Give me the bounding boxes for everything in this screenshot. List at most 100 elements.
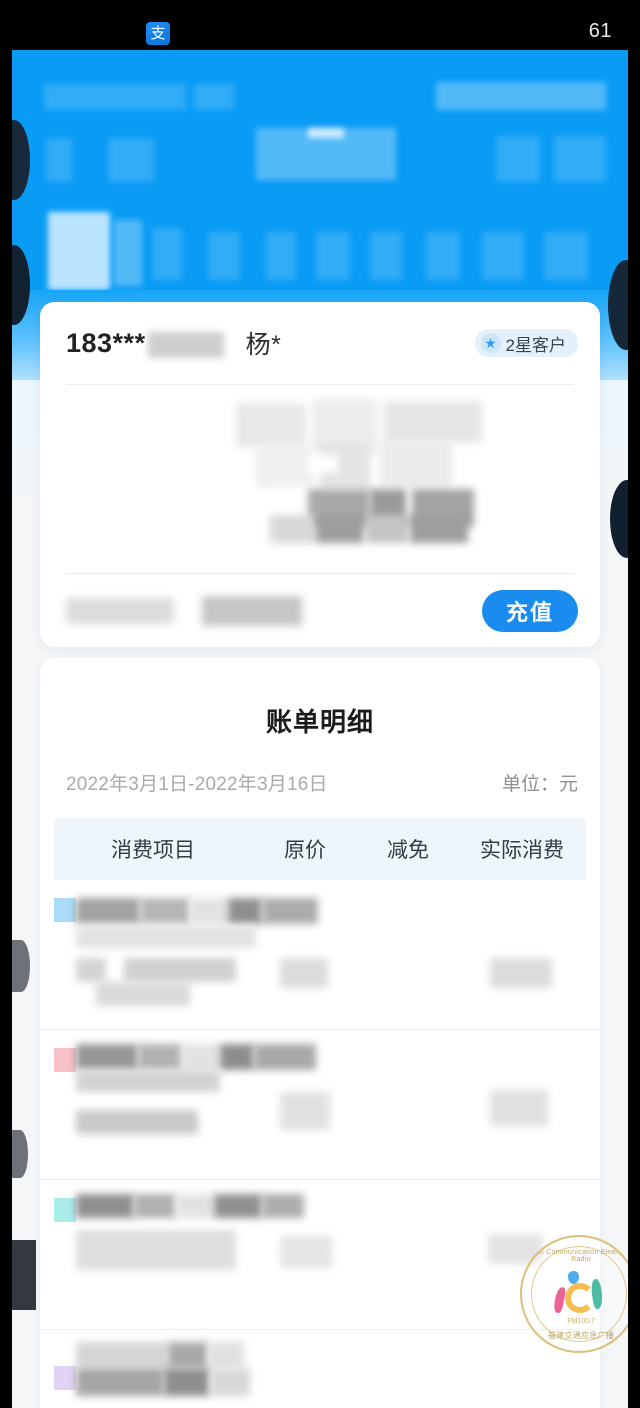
row-color-marker [54, 898, 76, 922]
balance-blur-redaction [66, 597, 174, 624]
masked-phone-number: 183*** [66, 327, 146, 358]
banner-blur-block [48, 212, 110, 290]
column-header-original: 原价 [284, 839, 326, 862]
column-header-item: 消费项目 [111, 839, 195, 862]
row-blur-block [210, 1368, 250, 1396]
table-row[interactable] [40, 1030, 600, 1180]
row-blur-block [280, 1236, 332, 1268]
summary-blur-block [410, 515, 468, 543]
row-blur-block [138, 1044, 182, 1070]
watermark-arc-top-text: Fujian Communication Emergency Radio [523, 1249, 628, 1263]
account-summary-blurred [40, 385, 600, 573]
recharge-button[interactable]: 充值 [482, 589, 578, 632]
row-blur-block [280, 958, 328, 988]
user-card-footer: 充值 [40, 574, 600, 647]
row-blur-block [228, 898, 262, 924]
row-blur-block [76, 1070, 220, 1092]
table-row[interactable] [40, 880, 600, 1030]
row-blur-block [176, 1194, 214, 1218]
row-blur-block [168, 1342, 208, 1368]
row-blur-block [124, 958, 236, 982]
banner-blur-block [544, 232, 588, 280]
status-badge-label: 2星客户 [505, 335, 566, 355]
banner-blur-block [496, 136, 540, 182]
row-blur-block [490, 1090, 548, 1126]
summary-blur-block [270, 515, 316, 543]
row-blur-block [76, 898, 140, 924]
row-blur-block [140, 898, 190, 924]
banner-blur-block [316, 232, 350, 280]
watermark-arc-bottom-text: 福建交通应急广播 [547, 1331, 615, 1340]
row-blur-block [134, 1194, 176, 1218]
banner-blur-block [108, 138, 154, 182]
bill-date-range: 2022年3月1日-2022年3月16日 [66, 774, 328, 795]
status-bar: 支 61 [0, 0, 640, 50]
bill-detail-title: 账单明细 [265, 707, 374, 737]
row-blur-block [76, 1110, 198, 1134]
summary-blur-block [384, 401, 482, 443]
banner-blur-block [152, 228, 182, 280]
summary-blur-block [380, 441, 452, 487]
row-blur-block [190, 898, 228, 924]
row-blur-block [214, 1194, 262, 1218]
summary-blur-block [236, 403, 306, 447]
star-icon: ★ [480, 333, 501, 353]
watermark-frequency: FM100.7 [567, 1318, 595, 1325]
radio-station-watermark: Fujian Communication Emergency Radio FM1… [520, 1235, 628, 1353]
row-blur-block [76, 1342, 168, 1368]
column-header-discount: 减免 [387, 839, 429, 862]
banner-blur-block [46, 138, 72, 182]
status-badge[interactable]: ★ 2星客户 [474, 329, 578, 357]
location-pin-icon [568, 1271, 579, 1284]
summary-blur-block [366, 515, 408, 543]
banner-blur-block [482, 232, 524, 280]
row-blur-block [76, 1368, 164, 1396]
row-blur-block [76, 1044, 138, 1070]
banner-blur-block [194, 84, 234, 110]
user-account-card: 183*** 杨* ★ 2星客户 充值 [40, 302, 600, 647]
banner-blur-block [554, 136, 606, 182]
row-blur-block [76, 926, 256, 948]
banner-blur-block [208, 232, 240, 280]
table-row[interactable] [40, 1180, 600, 1330]
banner-blur-block [308, 128, 344, 138]
row-blur-block [76, 1194, 134, 1218]
phone-screenshot: 支 61 183*** 杨* ★ 2星客户 充值 账单明细 2022年3月1日-… [0, 0, 640, 1408]
watermark-logo-mark [552, 1271, 610, 1315]
row-blur-block [76, 1230, 236, 1270]
summary-blur-block [256, 445, 314, 487]
bill-meta-row: 2022年3月1日-2022年3月16日 单位：元 [40, 739, 600, 796]
banner-blur-block [436, 82, 606, 110]
row-blur-block [220, 1044, 254, 1070]
summary-blur-block [316, 515, 364, 543]
phone-blur-redaction [147, 332, 224, 358]
row-color-marker [54, 1366, 76, 1390]
row-blur-block [254, 1044, 316, 1070]
user-card-header: 183*** 杨* ★ 2星客户 [40, 302, 600, 384]
banner-blur-block [44, 84, 186, 110]
plan-blur-redaction [202, 595, 302, 626]
row-blur-block [490, 958, 552, 988]
column-header-actual: 实际消费 [480, 839, 564, 862]
row-blur-block [96, 982, 190, 1006]
row-blur-block [262, 1194, 304, 1218]
summary-blur-block [308, 455, 338, 473]
row-color-marker [54, 1048, 76, 1072]
row-blur-block [76, 958, 106, 982]
banner-blur-block [426, 232, 460, 280]
bill-table-header: 消费项目 原价 减免 实际消费 [54, 818, 586, 880]
masked-user-name: 杨* [245, 331, 282, 359]
battery-level-text: 61 [588, 20, 612, 42]
banner-blur-block [266, 232, 296, 280]
table-row[interactable] [40, 1330, 600, 1408]
banner-blur-block [114, 220, 142, 286]
row-blur-block [208, 1342, 244, 1368]
bill-detail-card: 账单明细 2022年3月1日-2022年3月16日 单位：元 消费项目 原价 减… [40, 658, 600, 1408]
app-viewport: 183*** 杨* ★ 2星客户 充值 账单明细 2022年3月1日-2022年… [12, 50, 628, 1408]
promo-banner[interactable] [12, 50, 628, 290]
row-blur-block [262, 898, 318, 924]
row-color-marker [54, 1198, 76, 1222]
row-blur-block [280, 1092, 330, 1130]
alipay-app-icon: 支 [146, 22, 170, 45]
bill-unit-label: 单位：元 [501, 774, 578, 795]
